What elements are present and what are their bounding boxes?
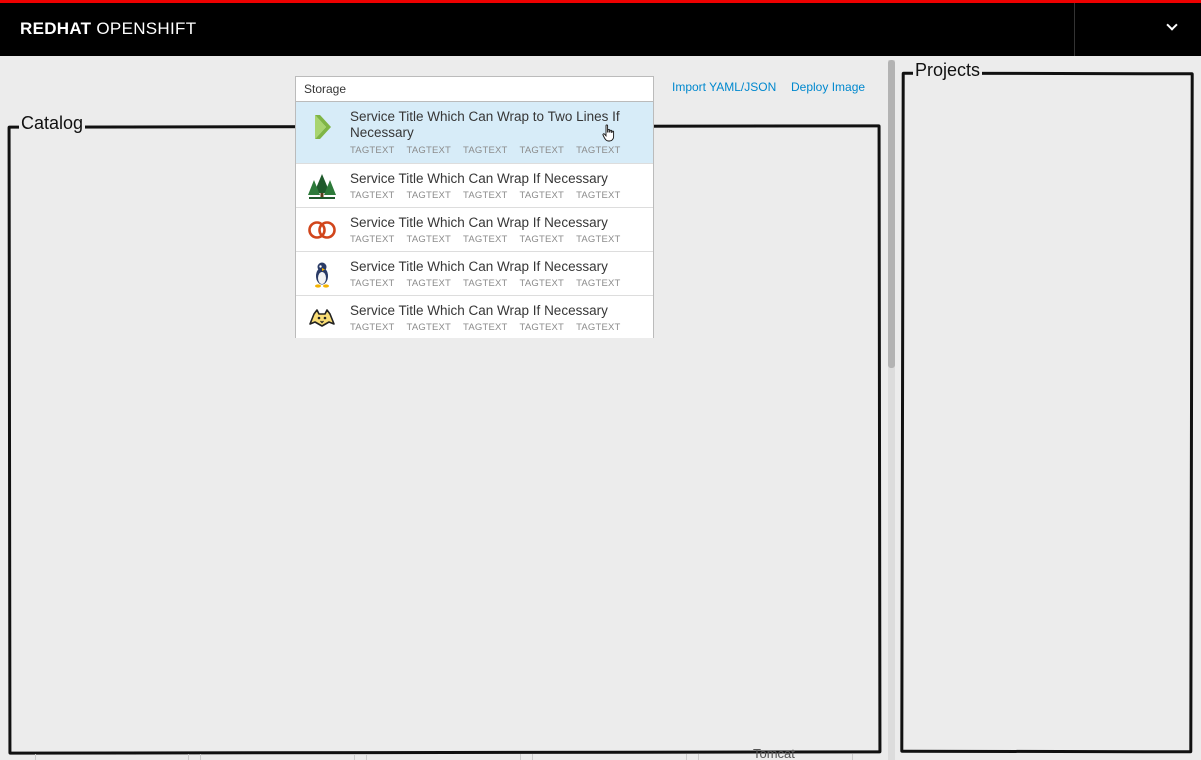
result-tag: TAGTEXT: [576, 145, 621, 156]
pine-trees-icon: [308, 174, 336, 199]
catalog-title: Catalog: [19, 113, 86, 133]
result-tag: TAGTEXT: [576, 234, 621, 245]
result-tag: TAGTEXT: [406, 145, 452, 156]
catalog-search-input[interactable]: Storage: [295, 76, 654, 102]
result-tag: TAGTEXT: [350, 234, 395, 245]
tomcat-icon: [309, 309, 335, 327]
result-tag: TAGTEXT: [463, 190, 508, 201]
result-tags: TAGTEXT TAGTEXT TAGTEXT TAGTEXT TAGTEXT: [350, 190, 621, 201]
result-title: Service Title Which Can Wrap If Necessar…: [350, 171, 608, 186]
result-title: Service Title Which Can Wrap If Necessar…: [350, 303, 608, 318]
result-title: Service Title Which Can Wrap If Necessar…: [350, 259, 608, 274]
catalog-tiles-edge: [20, 754, 870, 760]
projects-title: Projects: [913, 60, 983, 80]
main-scrollbar[interactable]: [888, 60, 895, 760]
hand-cursor-icon: [602, 124, 615, 142]
result-tag: TAGTEXT: [519, 190, 565, 201]
search-result-item[interactable]: Service Title Which Can Wrap If Necessar…: [296, 164, 653, 208]
search-result-item[interactable]: Service Title Which Can Wrap to Two Line…: [296, 102, 653, 164]
result-tag: TAGTEXT: [350, 278, 395, 289]
result-tag: TAGTEXT: [463, 145, 508, 156]
user-menu-toggle[interactable]: [1075, 3, 1201, 56]
result-tags: TAGTEXT TAGTEXT TAGTEXT TAGTEXT TAGTEXT: [350, 234, 621, 245]
result-tag: TAGTEXT: [576, 322, 621, 333]
result-tag: TAGTEXT: [350, 190, 395, 201]
result-tag: TAGTEXT: [519, 145, 565, 156]
projects-panel: [900, 71, 1194, 754]
result-tag: TAGTEXT: [406, 234, 452, 245]
brand-light: OPENSHIFT: [96, 19, 197, 38]
result-tag: TAGTEXT: [519, 234, 565, 245]
search-result-item[interactable]: Service Title Which Can Wrap If Necessar…: [296, 252, 653, 296]
result-tag: TAGTEXT: [519, 322, 565, 333]
brand-bold: REDHAT: [20, 19, 92, 38]
search-result-item[interactable]: Service Title Which Can Wrap If Necessar…: [296, 296, 653, 338]
result-tag: TAGTEXT: [350, 145, 395, 156]
result-title: Service Title Which Can Wrap If Necessar…: [350, 215, 608, 230]
scrollbar-thumb[interactable]: [888, 60, 895, 368]
result-tag: TAGTEXT: [463, 322, 508, 333]
result-tag: TAGTEXT: [519, 278, 565, 289]
result-tag: TAGTEXT: [406, 190, 452, 201]
result-tags: TAGTEXT TAGTEXT TAGTEXT TAGTEXT TAGTEXT: [350, 145, 621, 156]
search-result-item[interactable]: Service Title Which Can Wrap If Necessar…: [296, 208, 653, 252]
tomcat-tile-label: Tomcat: [753, 746, 795, 758]
result-tag: TAGTEXT: [406, 278, 452, 289]
result-title: Service Title Which Can Wrap to Two Line…: [350, 109, 620, 140]
result-tags: TAGTEXT TAGTEXT TAGTEXT TAGTEXT TAGTEXT: [350, 278, 621, 289]
import-yaml-link[interactable]: Import YAML/JSON: [672, 80, 776, 94]
result-tag: TAGTEXT: [406, 322, 452, 333]
chevron-down-icon: [1166, 19, 1178, 31]
brand-logo[interactable]: REDHAT OPENSHIFT: [20, 19, 196, 39]
result-tag: TAGTEXT: [576, 190, 621, 201]
result-tag: TAGTEXT: [463, 234, 508, 245]
result-tag: TAGTEXT: [576, 278, 621, 289]
search-results-dropdown: Service Title Which Can Wrap to Two Line…: [295, 101, 654, 338]
masthead: REDHAT OPENSHIFT: [0, 0, 1201, 56]
result-tags: TAGTEXT TAGTEXT TAGTEXT TAGTEXT TAGTEXT: [350, 322, 621, 333]
deploy-image-link[interactable]: Deploy Image: [791, 80, 865, 94]
result-tag: TAGTEXT: [350, 322, 395, 333]
chevron-logo-icon: [315, 115, 331, 139]
linked-rings-icon: [308, 221, 336, 239]
result-tag: TAGTEXT: [463, 278, 508, 289]
penguin-icon: [315, 262, 329, 288]
